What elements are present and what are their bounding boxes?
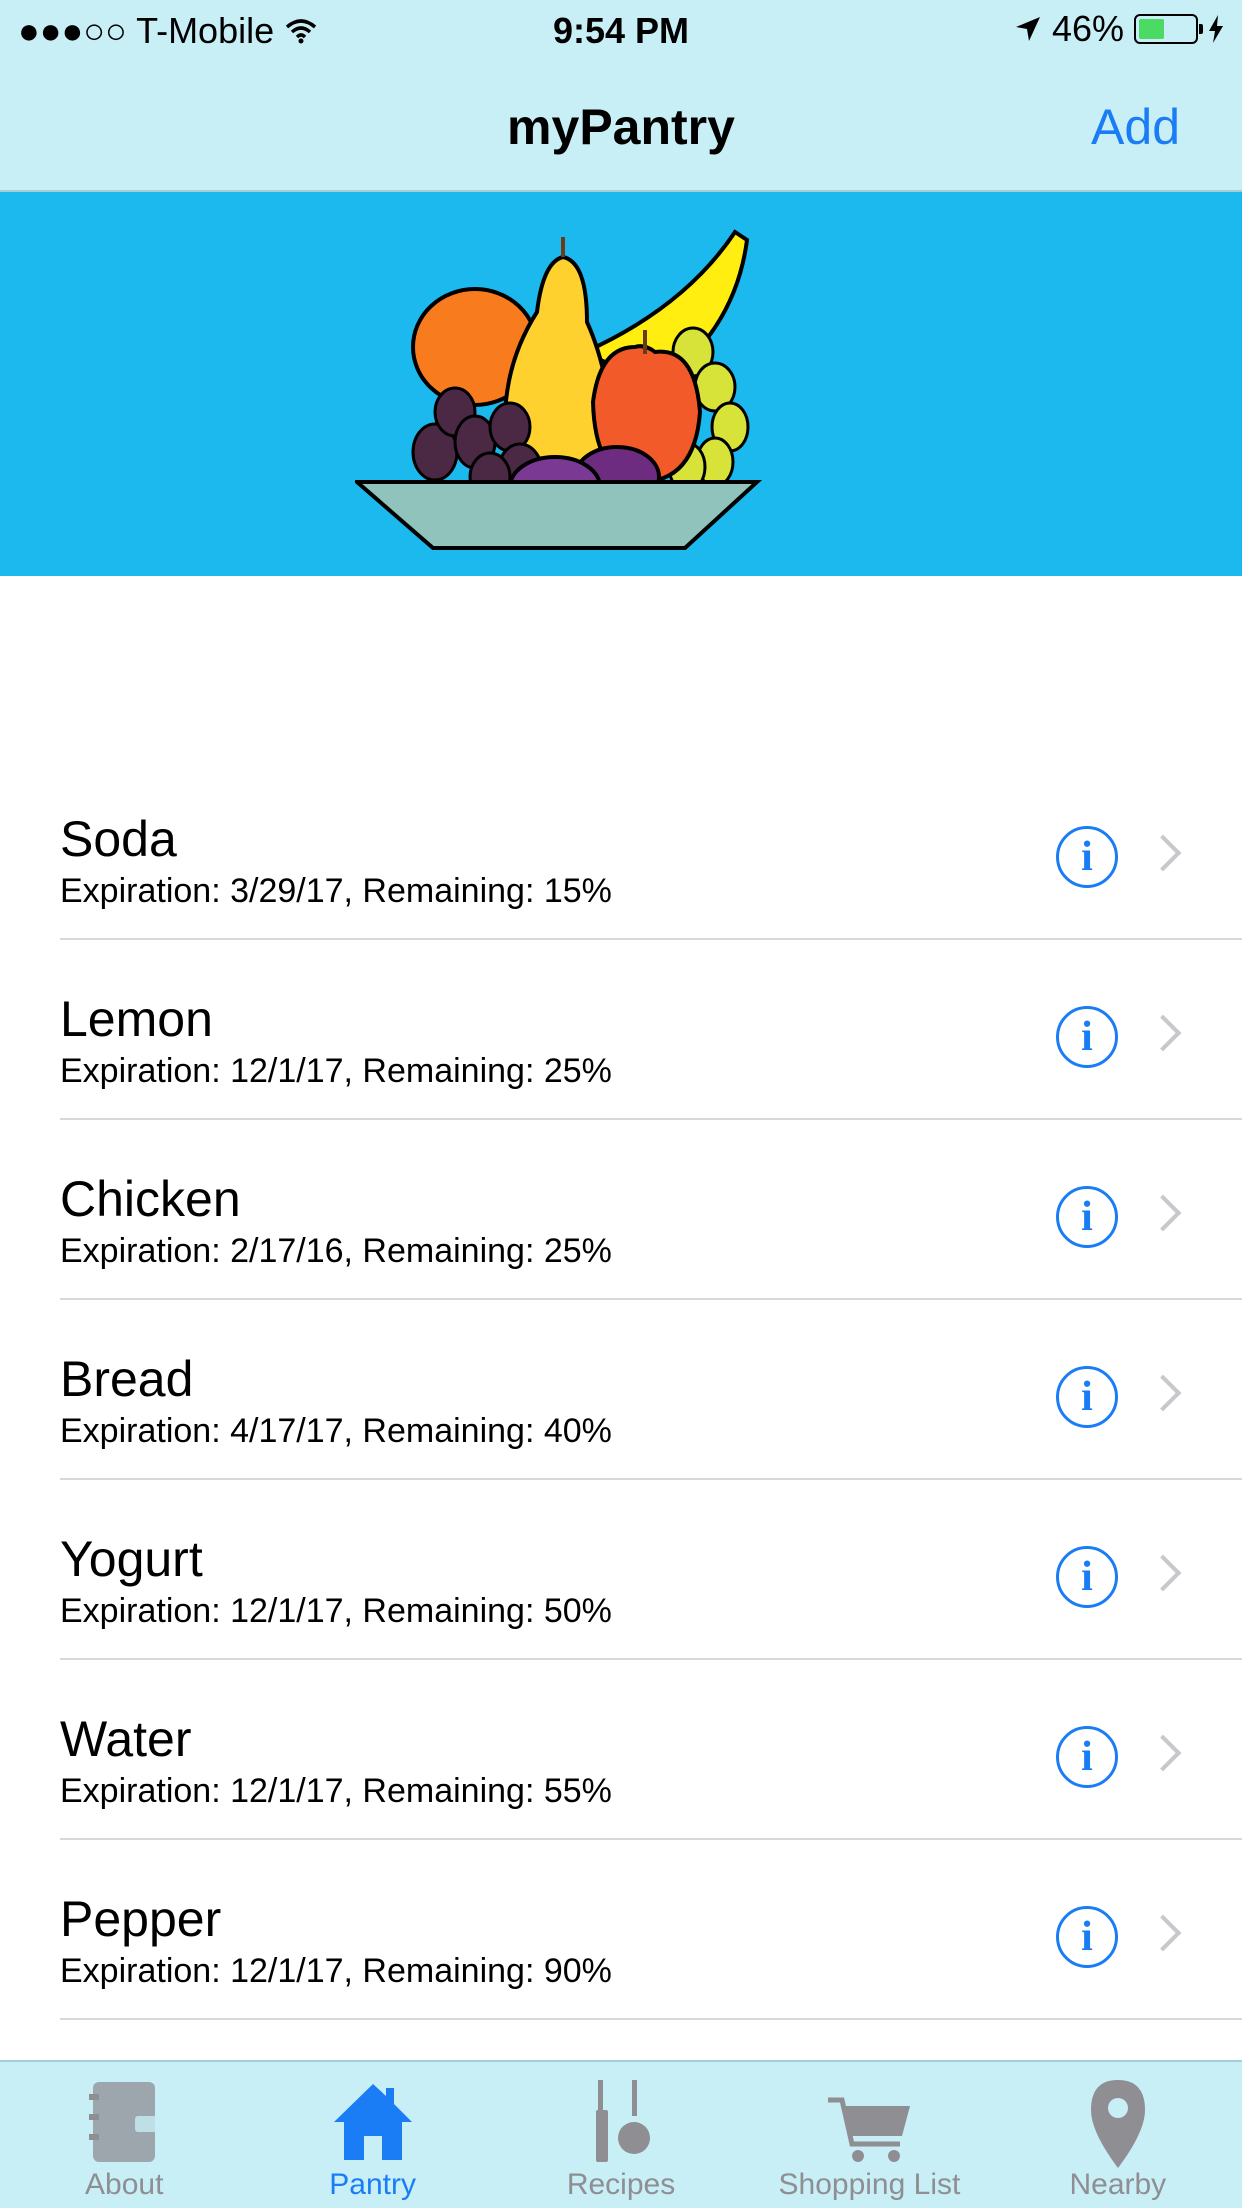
list-item[interactable]: Chicken Expiration: 2/17/16, Remaining: 2…: [0, 1120, 1242, 1300]
utensils-icon: [576, 2074, 666, 2170]
house-icon: [328, 2074, 418, 2170]
item-name: Bread: [60, 1351, 194, 1407]
item-name: Water: [60, 1711, 192, 1767]
item-name: Chicken: [60, 1171, 241, 1227]
battery-icon: [1134, 14, 1203, 44]
list-item[interactable]: Bread Expiration: 4/17/17, Remaining: 40%…: [0, 1300, 1242, 1480]
info-icon[interactable]: i: [1056, 826, 1118, 888]
tab-label: Nearby: [1069, 2168, 1167, 2201]
notebook-icon: [79, 2074, 169, 2170]
chevron-right-icon: [1144, 1914, 1182, 1952]
add-button[interactable]: Add: [1091, 98, 1180, 156]
item-detail: Expiration: 4/17/17, Remaining: 40%: [60, 1412, 612, 1450]
tab-label: About: [85, 2168, 164, 2201]
tab-bar: About Pantry Recipes Shopping List Nearby: [0, 2060, 1242, 2208]
item-name: Yogurt: [60, 1531, 203, 1587]
item-name: Lemon: [60, 991, 213, 1047]
chevron-right-icon: [1144, 1194, 1182, 1232]
location-arrow-icon: [1015, 17, 1040, 41]
charging-bolt-icon: [1209, 15, 1223, 43]
navigation-bar: myPantry Add: [0, 60, 1242, 192]
chevron-right-icon: [1144, 1374, 1182, 1412]
battery-fill: [1139, 19, 1164, 39]
fruit-bowl-illustration: [355, 229, 763, 550]
banner-image: [0, 192, 1242, 576]
list-item[interactable]: Pepper Expiration: 12/1/17, Remaining: 90…: [0, 1840, 1242, 2020]
list-item[interactable]: Lemon Expiration: 12/1/17, Remaining: 25%…: [0, 940, 1242, 1120]
info-icon[interactable]: i: [1056, 1006, 1118, 1068]
info-icon[interactable]: i: [1056, 1186, 1118, 1248]
info-icon[interactable]: i: [1056, 1366, 1118, 1428]
row-divider: [60, 2018, 1242, 2020]
status-bar: ●●●○○ T-Mobile 9:54 PM 46%: [0, 0, 1242, 60]
status-right: 46%: [1014, 8, 1224, 50]
battery-percent: 46%: [1051, 8, 1124, 49]
tab-nearby[interactable]: Nearby: [994, 2062, 1242, 2208]
item-detail: Expiration: 3/29/17, Remaining: 15%: [60, 872, 612, 910]
tab-label: Recipes: [566, 2168, 676, 2201]
chevron-right-icon: [1144, 834, 1182, 872]
info-icon[interactable]: i: [1056, 1726, 1118, 1788]
pantry-list: Soda Expiration: 3/29/17, Remaining: 15% i…: [0, 760, 1242, 2020]
tab-recipes[interactable]: Recipes: [497, 2062, 745, 2208]
page-title: myPantry: [507, 99, 735, 155]
chevron-right-icon: [1144, 1734, 1182, 1772]
cart-icon: [824, 2074, 914, 2170]
tab-about[interactable]: About: [0, 2062, 248, 2208]
item-detail: Expiration: 12/1/17, Remaining: 90%: [60, 1952, 612, 1990]
list-item[interactable]: Water Expiration: 12/1/17, Remaining: 55%…: [0, 1660, 1242, 1840]
map-pin-icon: [1073, 2074, 1163, 2170]
item-detail: Expiration: 12/1/17, Remaining: 25%: [60, 1052, 612, 1090]
item-detail: Expiration: 12/1/17, Remaining: 50%: [60, 1592, 612, 1630]
info-icon[interactable]: i: [1056, 1546, 1118, 1608]
chevron-right-icon: [1144, 1014, 1182, 1052]
tab-label: Shopping List: [778, 2168, 961, 2201]
list-item[interactable]: Soda Expiration: 3/29/17, Remaining: 15% i: [0, 760, 1242, 940]
info-icon[interactable]: i: [1056, 1906, 1118, 1968]
tab-pantry[interactable]: Pantry: [248, 2062, 496, 2208]
chevron-right-icon: [1144, 1554, 1182, 1592]
item-detail: Expiration: 2/17/16, Remaining: 25%: [60, 1232, 612, 1270]
item-name: Pepper: [60, 1891, 222, 1947]
item-name: Soda: [60, 811, 177, 867]
list-item[interactable]: Yogurt Expiration: 12/1/17, Remaining: 50…: [0, 1480, 1242, 1660]
item-detail: Expiration: 12/1/17, Remaining: 55%: [60, 1772, 612, 1810]
tab-label: Pantry: [329, 2168, 416, 2201]
tab-shopping-list[interactable]: Shopping List: [745, 2062, 993, 2208]
